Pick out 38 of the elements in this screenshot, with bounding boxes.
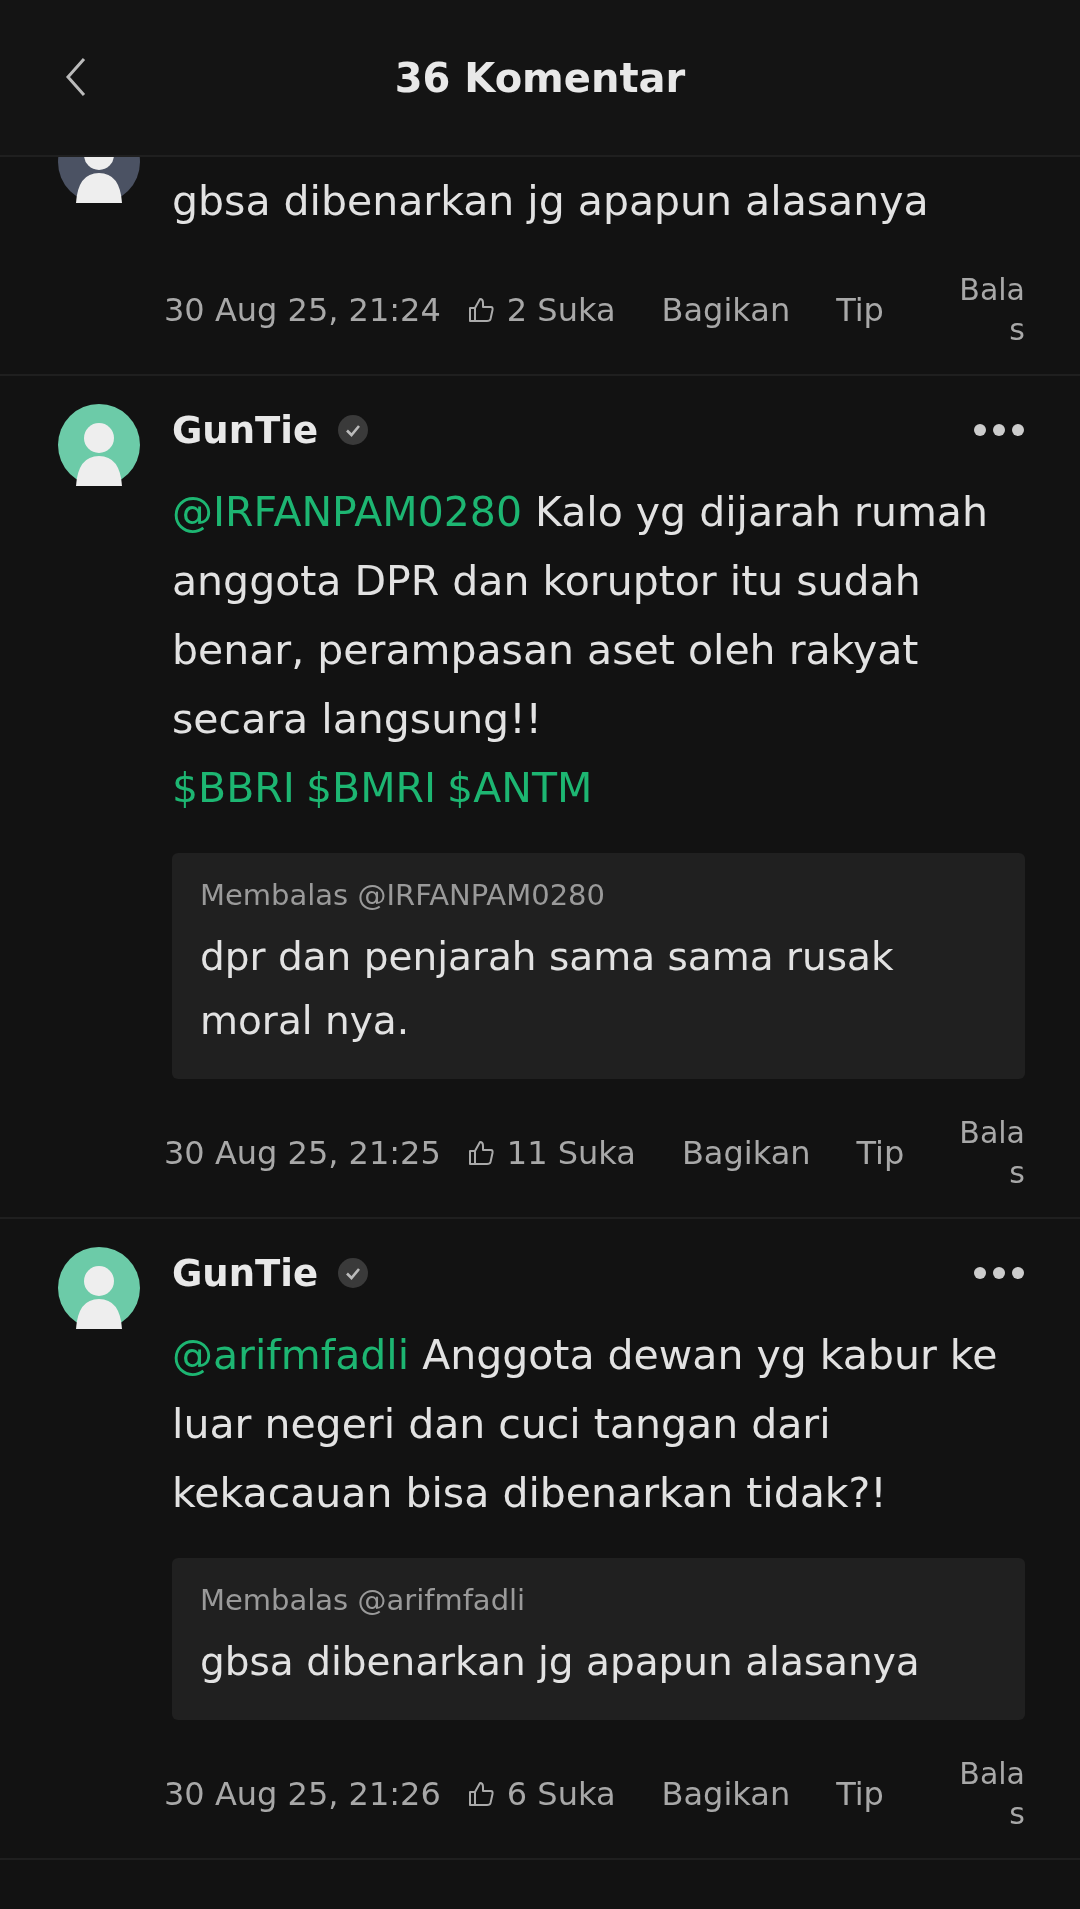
- tip-button[interactable]: Tip: [856, 1134, 905, 1172]
- share-button[interactable]: Bagikan: [661, 291, 791, 329]
- ticker-link[interactable]: $BBRI: [172, 754, 295, 823]
- username[interactable]: GunTie: [172, 1251, 319, 1295]
- ticker-link[interactable]: $ANTM: [447, 754, 593, 823]
- mention-link[interactable]: @arifmfadli: [172, 1331, 410, 1379]
- share-button[interactable]: Bagikan: [661, 1775, 791, 1813]
- avatar[interactable]: [58, 404, 140, 486]
- reply-label: Membalas @IRFANPAM0280: [200, 877, 606, 914]
- timestamp: 30 Aug 25, 21:26: [164, 1775, 441, 1813]
- like-button[interactable]: 11 Suka: [466, 1134, 636, 1172]
- like-button[interactable]: 2 Suka: [466, 291, 616, 329]
- ticker-link[interactable]: $BMRI: [305, 754, 437, 823]
- tip-button[interactable]: Tip: [836, 1775, 884, 1813]
- comment-text: gbsa dibenarkan jg apapun alasanya: [172, 176, 930, 227]
- timestamp: 30 Aug 25, 21:24: [164, 291, 441, 329]
- comment-text: @arifmfadli Anggota dewan yg kabur ke luar negeri dan cuci tangan dari kekacauan bisa dibenarkan tidak?!: [172, 1330, 999, 1519]
- thumbs-up-icon: [466, 1139, 495, 1167]
- reply-button[interactable]: Balas: [959, 1754, 1025, 1834]
- thumbs-up-icon: [466, 296, 495, 324]
- reply-button[interactable]: Balas: [959, 270, 1025, 350]
- mention-link[interactable]: @IRFANPAM0280: [172, 488, 522, 536]
- share-button[interactable]: Bagikan: [681, 1134, 811, 1172]
- username[interactable]: GunTie: [172, 408, 319, 452]
- more-icon[interactable]: [973, 423, 1025, 437]
- comment-text: @IRFANPAM0280 Kalo yg dijarah rumah anggota DPR dan koruptor itu sudah benar, perampasan aset oleh rakyat secara langsung!!: [172, 487, 989, 745]
- like-button[interactable]: 6 Suka: [466, 1775, 616, 1813]
- quoted-text: dpr dan penjarah sama sama rusak moral nya.: [200, 933, 895, 1045]
- tip-button[interactable]: Tip: [836, 291, 884, 329]
- avatar[interactable]: [58, 1247, 140, 1329]
- thumbs-up-icon: [466, 1780, 495, 1808]
- more-icon[interactable]: [973, 1266, 1025, 1280]
- page-title: 36 Komentar: [394, 54, 686, 101]
- reply-label: Membalas @arifmfadli: [200, 1582, 527, 1619]
- timestamp: 30 Aug 25, 21:25: [164, 1134, 441, 1172]
- back-icon[interactable]: [64, 57, 88, 97]
- quoted-text: gbsa dibenarkan jg apapun alasanya: [200, 1638, 921, 1686]
- reply-button[interactable]: Balas: [959, 1113, 1025, 1193]
